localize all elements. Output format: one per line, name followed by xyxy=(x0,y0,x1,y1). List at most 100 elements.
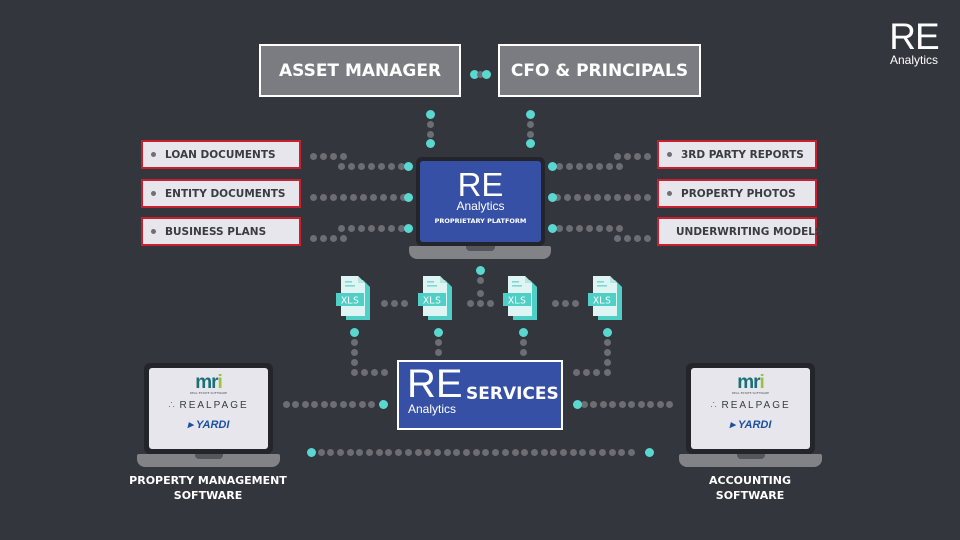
software-screen: mri REAL ESTATE SOFTWARE ∴ REALPAGE ▸ YA… xyxy=(149,368,268,449)
connector-dot xyxy=(582,368,590,376)
doc-business-plans[interactable]: BUSINESS PLANS xyxy=(141,217,301,246)
connector-dot xyxy=(647,400,654,408)
mri-logo: mri REAL ESTATE SOFTWARE xyxy=(189,372,228,395)
re-services-box[interactable]: RE Analytics SERVICES xyxy=(397,360,563,430)
connector-dot xyxy=(623,234,631,242)
doc-underwriting-models[interactable]: UNDERWRITING MODELS xyxy=(657,217,823,246)
asset-manager-box[interactable]: ASSET MANAGER xyxy=(259,44,461,97)
connector-dot xyxy=(282,400,290,408)
cfo-principals-box[interactable]: CFO & PRINCIPALS xyxy=(498,44,701,97)
connector-dot xyxy=(551,299,559,307)
connector-dot xyxy=(472,448,480,456)
connector-dot xyxy=(550,448,558,456)
connector-dot xyxy=(387,162,395,170)
connector-dot xyxy=(598,448,606,456)
arrow-tip-icon xyxy=(403,223,413,233)
yardi-logo: ▸ YARDI xyxy=(729,419,772,431)
connector-dot xyxy=(590,400,597,408)
svg-text:XLS: XLS xyxy=(508,296,526,307)
connector-dot xyxy=(633,234,641,242)
connector-dot xyxy=(359,193,367,201)
property-management-caption: PROPERTY MANAGEMENT SOFTWARE xyxy=(129,474,287,502)
doc-3rd-party-reports[interactable]: 3RD PARTY REPORTS xyxy=(657,140,817,169)
connector-dot xyxy=(319,234,327,242)
connector-dot xyxy=(595,224,603,232)
doc-label: UNDERWRITING MODELS xyxy=(676,225,823,238)
connector-dot xyxy=(603,358,611,366)
connector-dot xyxy=(603,193,611,201)
connector-dot xyxy=(339,234,347,242)
connector-dot xyxy=(434,348,442,356)
connector-dot xyxy=(327,448,335,456)
connector-dot xyxy=(633,152,641,160)
connector-dot xyxy=(656,400,664,408)
connector-dot xyxy=(369,193,377,201)
connector-dot xyxy=(643,234,651,242)
laptop-notch xyxy=(195,454,223,459)
connector-dot xyxy=(375,448,383,456)
doc-property-photos[interactable]: PROPERTY PHOTOS xyxy=(657,179,817,208)
connector-dot xyxy=(613,193,621,201)
connector-dot xyxy=(390,299,398,307)
connector-dot xyxy=(583,193,591,201)
connector-dot xyxy=(615,162,623,170)
connector-dot xyxy=(424,448,432,456)
connector-dot xyxy=(575,162,583,170)
connector-dot xyxy=(530,448,538,456)
connector-dot xyxy=(593,193,601,201)
arrow-tip-icon xyxy=(547,161,557,171)
platform-caption: PROPRIETARY PLATFORM xyxy=(434,217,527,225)
bullet-icon xyxy=(667,191,672,196)
connector-dot xyxy=(555,224,563,232)
connector-dot xyxy=(329,152,337,160)
connector-dot xyxy=(643,193,651,201)
connector-dot xyxy=(466,299,474,307)
connector-dot xyxy=(350,348,358,356)
connector-dot xyxy=(368,400,375,408)
connector-dot xyxy=(561,299,569,307)
connector-dot xyxy=(605,162,613,170)
connector-dot xyxy=(357,162,365,170)
connector-dot xyxy=(350,368,358,376)
connector-dot xyxy=(317,448,325,456)
connector-dot xyxy=(377,162,385,170)
doc-label: BUSINESS PLANS xyxy=(165,225,267,238)
connector-dot xyxy=(560,448,567,456)
connector-dot xyxy=(387,224,395,232)
connector-dot xyxy=(637,400,645,408)
connector-dot xyxy=(666,400,673,408)
asset-manager-label: ASSET MANAGER xyxy=(278,60,442,81)
connector-dot xyxy=(569,448,577,456)
doc-entity-documents[interactable]: ENTITY DOCUMENTS xyxy=(141,179,301,208)
connector-dot xyxy=(618,400,626,408)
doc-label: ENTITY DOCUMENTS xyxy=(165,187,286,200)
arrow-tip-icon xyxy=(433,327,443,337)
connector-dot xyxy=(615,224,623,232)
platform-sub: Analytics xyxy=(456,199,505,213)
connector-dot xyxy=(347,162,355,170)
arrow-tip-icon xyxy=(306,447,316,457)
connector-dot xyxy=(329,234,337,242)
svg-text:XLS: XLS xyxy=(593,296,611,307)
services-label: SERVICES xyxy=(466,384,559,404)
connector-dot xyxy=(389,193,397,201)
arrow-tip-icon xyxy=(403,161,413,171)
connector-dot xyxy=(519,348,527,356)
connector-dot xyxy=(573,193,581,201)
connector-dot xyxy=(511,448,519,456)
connector-dot xyxy=(370,368,378,376)
doc-label: 3RD PARTY REPORTS xyxy=(681,148,804,161)
connector-dot xyxy=(379,193,387,201)
doc-label: LOAN DOCUMENTS xyxy=(165,148,276,161)
arrow-tip-icon xyxy=(644,447,654,457)
connector-dot xyxy=(292,400,299,408)
connector-dot xyxy=(349,400,356,408)
connector-dot xyxy=(377,224,385,232)
connector-dot xyxy=(501,448,509,456)
connector-dot xyxy=(360,368,368,376)
doc-loan-documents[interactable]: LOAN DOCUMENTS xyxy=(141,140,301,169)
connector-dot xyxy=(627,448,635,456)
accounting-caption: ACCOUNTING SOFTWARE xyxy=(709,474,791,502)
arrow-tip-icon xyxy=(518,327,528,337)
logo-sub: Analytics xyxy=(889,53,939,67)
